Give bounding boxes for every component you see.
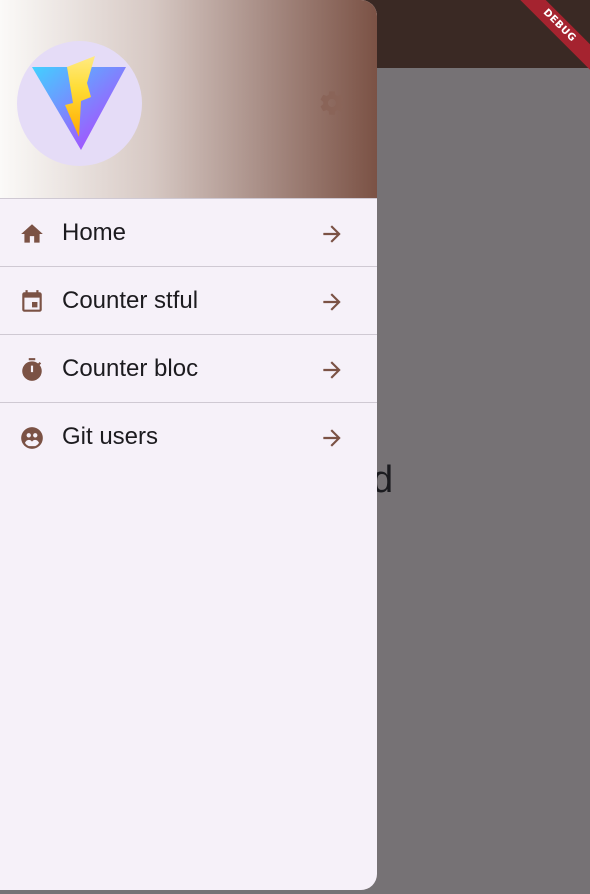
arrow-forward-icon <box>323 225 341 243</box>
drawer-item-label: Counter bloc <box>62 355 199 382</box>
drawer-item-label: Counter stful <box>62 287 199 314</box>
drawer-item-label: Home <box>62 219 127 246</box>
arrow-forward-icon <box>323 293 341 311</box>
avatar <box>17 41 142 166</box>
drawer-header <box>0 0 377 199</box>
arrow-forward-icon <box>323 361 341 379</box>
arrow-forward-icon <box>323 429 341 447</box>
home-icon <box>21 224 43 243</box>
drawer-item-label: Git users <box>62 423 159 450</box>
drawer-item-counter-stful[interactable]: Counter stful <box>0 267 377 335</box>
navigation-drawer: Home Counter stful Counter bloc Git user… <box>0 0 377 890</box>
vite-logo-icon <box>32 56 126 150</box>
people-icon <box>21 427 43 449</box>
drawer-item-home[interactable]: Home <box>0 199 377 267</box>
calendar-icon <box>22 290 42 312</box>
drawer-item-counter-bloc[interactable]: Counter bloc <box>0 335 377 403</box>
drawer-item-git-users[interactable]: Git users <box>0 403 377 470</box>
gear-icon[interactable] <box>318 89 346 117</box>
timer-icon <box>22 358 42 381</box>
